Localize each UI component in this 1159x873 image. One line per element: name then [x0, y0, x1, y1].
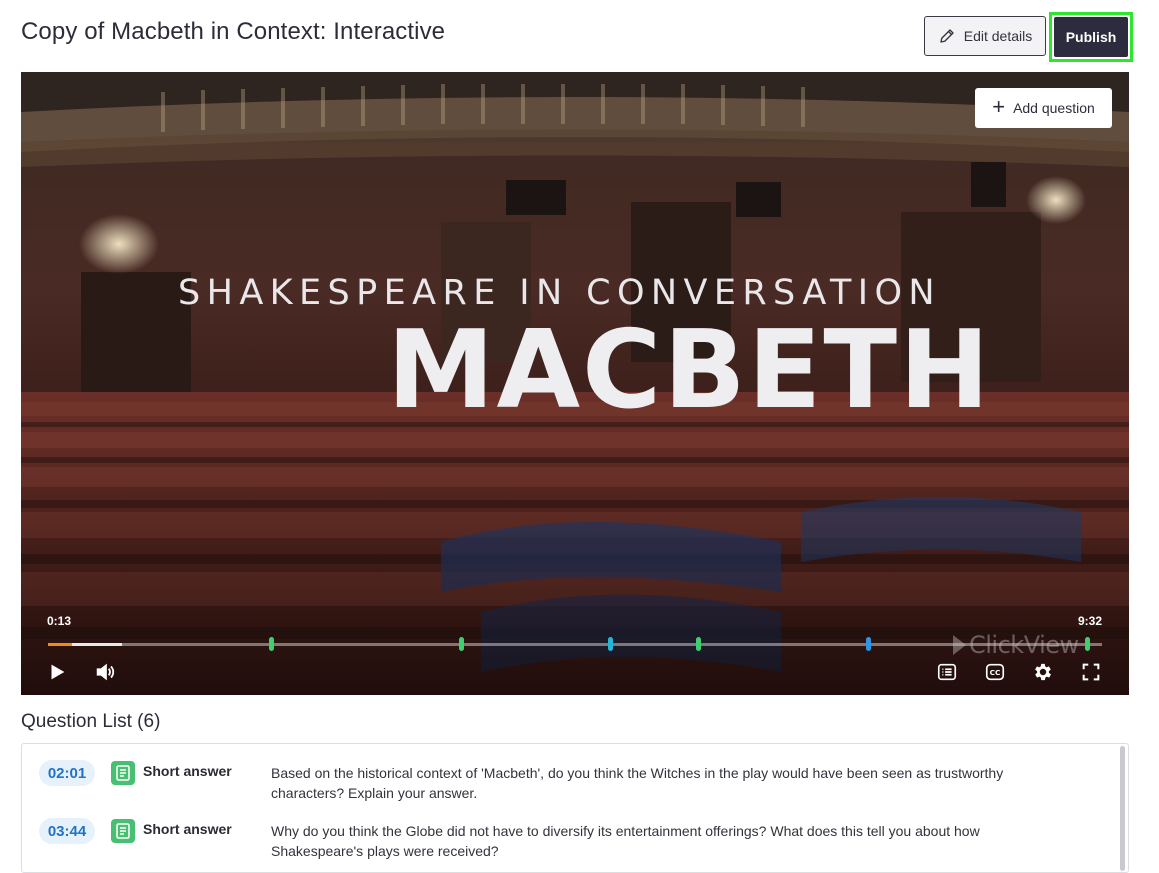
edit-details-label: Edit details — [963, 28, 1033, 44]
transcript-button[interactable] — [935, 660, 959, 684]
edit-details-button[interactable]: Edit details — [924, 16, 1046, 56]
question-list-scrollbar[interactable] — [1120, 746, 1125, 871]
publish-highlight: Publish — [1049, 12, 1133, 62]
video-player[interactable]: + Add question SHAKESPEARE IN CONVERSATI… — [21, 72, 1129, 695]
question-marker[interactable] — [268, 637, 274, 651]
transcript-icon — [937, 663, 957, 681]
captions-icon: CC — [985, 663, 1005, 681]
question-marker[interactable] — [865, 637, 871, 651]
fullscreen-button[interactable] — [1079, 660, 1103, 684]
settings-button[interactable] — [1031, 660, 1055, 684]
captions-button[interactable]: CC — [983, 660, 1007, 684]
total-time: 9:32 — [1077, 614, 1102, 628]
page-title: Copy of Macbeth in Context: Interactive — [21, 18, 446, 45]
question-list: 02:01 Short answer Based on the historic… — [21, 743, 1129, 873]
question-item[interactable]: 02:01 Short answer Based on the historic… — [22, 755, 1112, 803]
question-marker[interactable] — [696, 637, 702, 651]
publish-button[interactable]: Publish — [1054, 17, 1128, 57]
play-button[interactable] — [45, 660, 69, 684]
question-type: Short answer — [143, 763, 232, 779]
question-item[interactable]: 03:44 Short answer Why do you think the … — [22, 813, 1112, 861]
add-question-label: Add question — [1013, 100, 1095, 116]
svg-text:CC: CC — [990, 668, 1001, 677]
question-time-badge[interactable]: 03:44 — [39, 818, 95, 844]
progress-played — [48, 643, 73, 646]
pencil-icon — [940, 29, 954, 43]
progress-track[interactable] — [48, 637, 1102, 651]
fullscreen-icon — [1082, 663, 1100, 681]
video-overlay-subtitle: SHAKESPEARE IN CONVERSATION — [178, 273, 941, 313]
short-answer-icon — [111, 819, 135, 843]
question-time-badge[interactable]: 02:01 — [39, 760, 95, 786]
video-overlay-title: MACBETH — [387, 308, 992, 433]
question-type: Short answer — [143, 821, 232, 837]
question-list-title: Question List (6) — [21, 711, 161, 732]
short-answer-icon — [111, 761, 135, 785]
play-icon — [51, 664, 65, 680]
question-marker[interactable] — [608, 637, 613, 651]
gear-icon — [1035, 663, 1051, 681]
volume-button[interactable] — [93, 660, 117, 684]
plus-icon: + — [992, 94, 1006, 119]
volume-icon — [96, 663, 115, 681]
current-time: 0:13 — [47, 614, 72, 628]
add-question-button[interactable]: + Add question — [975, 88, 1112, 128]
question-text: Why do you think the Globe did not have … — [271, 823, 980, 859]
question-marker[interactable] — [1085, 637, 1091, 651]
question-text: Based on the historical context of 'Macb… — [271, 765, 1004, 801]
question-marker[interactable] — [458, 637, 464, 651]
